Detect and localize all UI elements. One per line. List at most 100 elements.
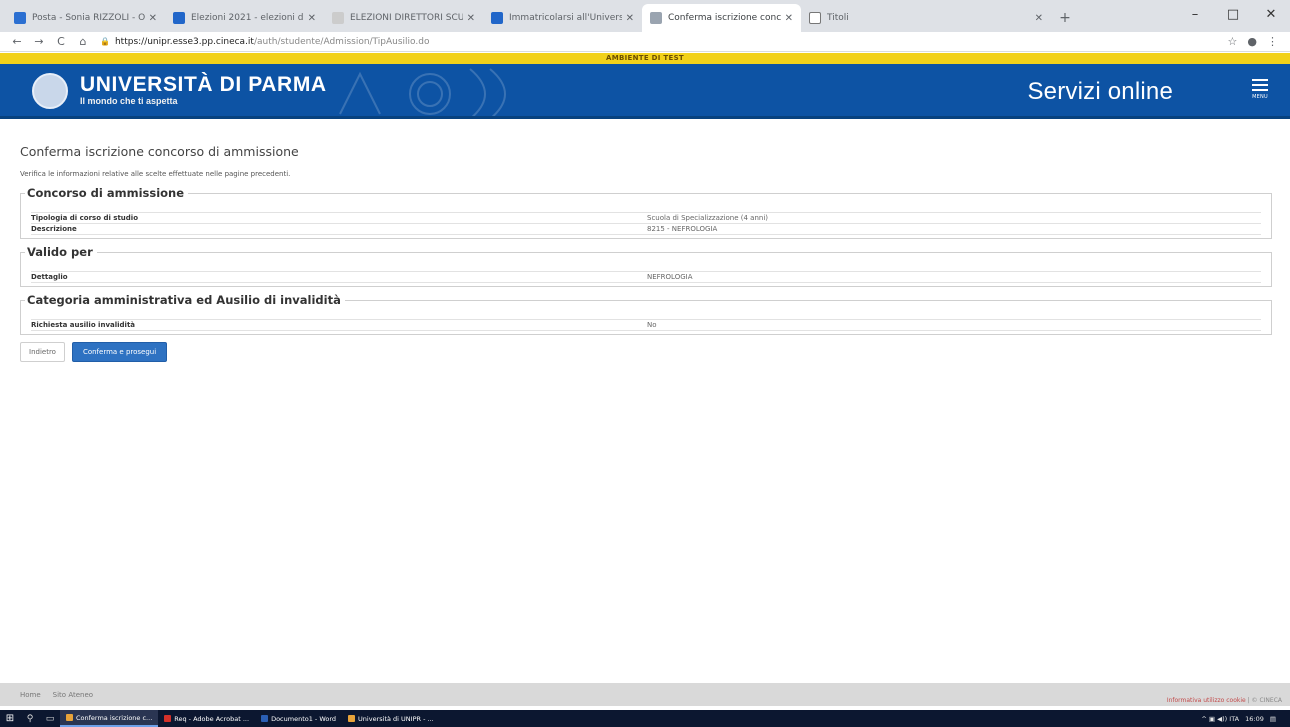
taskbar-app[interactable]: Req - Adobe Acrobat ... — [158, 710, 255, 727]
tab-close-icon[interactable]: ✕ — [467, 13, 475, 24]
taskbar-app[interactable]: Documento1 - Word — [255, 710, 342, 727]
confirm-button[interactable]: Conferma e prosegui — [71, 342, 168, 362]
word-icon — [261, 715, 269, 722]
table-row: Richiesta ausilio invalidità No — [31, 320, 1261, 331]
table-row: Descrizione 8215 - NEFROLOGIA — [31, 224, 1261, 235]
footer-link-site[interactable]: Sito Ateneo — [53, 691, 93, 699]
row-value: NEFROLOGIA — [647, 273, 693, 281]
windows-start-icon[interactable]: ⊞ — [0, 713, 20, 724]
browser-tab[interactable]: Immatricolarsi all'Università di P ✕ — [483, 4, 642, 32]
tab-favicon-icon — [491, 12, 503, 24]
row-label: Richiesta ausilio invalidità — [31, 321, 136, 329]
system-tray: ^ ▣ ◀)) ITA 16:09 ▤ — [1201, 710, 1276, 727]
main-content: Conferma iscrizione concorso di ammissio… — [20, 144, 1272, 362]
url-field[interactable]: 🔒 https://unipr.esse3.pp.cineca.it /auth… — [100, 37, 1228, 47]
tab-title: ELEZIONI DIRETTORI SCUOLE DI — [350, 13, 463, 23]
footer-link-home[interactable]: Home — [20, 691, 41, 699]
lock-icon: 🔒 — [100, 37, 110, 46]
bookmark-star-icon[interactable]: ☆ — [1228, 35, 1238, 48]
row-label: Dettaglio — [31, 273, 68, 281]
chrome-icon — [348, 715, 356, 722]
tab-title: Immatricolarsi all'Università di P — [509, 13, 622, 23]
maximize-icon[interactable]: □ — [1214, 0, 1252, 32]
section-concorso: Concorso di ammissione Tipologia di cors… — [20, 186, 1272, 239]
browser-tab[interactable]: Titoli ✕ — [801, 4, 1051, 32]
brand-subtitle: Il mondo che ti aspetta — [80, 96, 178, 106]
address-bar-actions: ☆ ● ⋮ — [1228, 35, 1284, 48]
tray-icons[interactable]: ^ ▣ ◀)) ITA — [1201, 715, 1239, 723]
hamburger-icon — [1252, 79, 1268, 91]
browser-tab[interactable]: ELEZIONI DIRETTORI SCUOLE DI ✕ — [324, 4, 483, 32]
window-controls: – □ ✕ — [1176, 0, 1290, 32]
privacy-link[interactable]: Informativa utilizzo cookie — [1167, 697, 1246, 704]
section-categoria-ausilio: Categoria amministrativa ed Ausilio di i… — [20, 293, 1272, 335]
back-button[interactable]: Indietro — [20, 342, 65, 362]
browser-tab-active[interactable]: Conferma iscrizione concorso di ✕ — [642, 4, 801, 32]
row-label: Descrizione — [31, 225, 77, 233]
url-host: https://unipr.esse3.pp.cineca.it — [114, 36, 254, 47]
profile-icon[interactable]: ● — [1247, 35, 1257, 48]
tab-favicon-icon — [809, 12, 821, 24]
taskbar-app-label: Università di UNIPR - ... — [358, 714, 434, 723]
brand-title: UNIVERSITÀ DI PARMA — [80, 73, 327, 96]
site-footer: Home Sito Ateneo — [0, 683, 1290, 706]
tab-favicon-icon — [14, 12, 26, 24]
taskbar-app-label: Documento1 - Word — [271, 714, 337, 723]
acrobat-icon — [164, 715, 172, 722]
tab-title: Posta - Sonia RIZZOLI - Outlook — [32, 13, 145, 23]
services-title: Servizi online — [1027, 78, 1173, 105]
tab-close-icon[interactable]: ✕ — [308, 13, 316, 24]
tab-title: Titoli — [827, 13, 849, 23]
tab-close-icon[interactable]: ✕ — [626, 13, 634, 24]
section-legend: Valido per — [27, 245, 93, 259]
notifications-icon[interactable]: ▤ — [1270, 715, 1276, 723]
clock[interactable]: 16:09 — [1245, 715, 1264, 723]
section-rows: Richiesta ausilio invalidità No — [31, 319, 1261, 331]
copyright: | © CINECA — [1245, 697, 1282, 704]
row-value: No — [647, 321, 657, 329]
row-value: 8215 - NEFROLOGIA — [647, 225, 718, 233]
browser-tab[interactable]: Posta - Sonia RIZZOLI - Outlook ✕ — [6, 4, 165, 32]
tab-close-icon[interactable]: ✕ — [149, 13, 157, 24]
close-icon[interactable]: ✕ — [1252, 0, 1290, 32]
row-value: Scuola di Specializzazione (4 anni) — [647, 214, 769, 222]
header-decoration — [339, 68, 506, 116]
tab-title: Elezioni 2021 - elezioni del 18 m — [191, 13, 304, 23]
tab-favicon-icon — [332, 12, 344, 24]
taskbar-app-label: Req - Adobe Acrobat ... — [174, 714, 250, 723]
os-taskbar: ⊞ ⚲ ▭ Conferma iscrizione c... Req - Ado… — [0, 710, 1290, 727]
minimize-icon[interactable]: – — [1176, 0, 1214, 32]
reload-icon[interactable]: C — [50, 35, 72, 48]
chrome-icon — [66, 714, 73, 721]
browser-menu-icon[interactable]: ⋮ — [1267, 35, 1278, 48]
row-label: Tipologia di corso di studio — [31, 214, 139, 222]
address-bar: ← → C ⌂ 🔒 https://unipr.esse3.pp.cineca.… — [0, 32, 1290, 52]
taskbar-app[interactable]: Conferma iscrizione c... — [60, 710, 159, 727]
browser-tab-bar: Posta - Sonia RIZZOLI - Outlook ✕ Elezio… — [0, 0, 1290, 32]
menu-button[interactable]: MENU — [1252, 79, 1268, 100]
section-legend: Categoria amministrativa ed Ausilio di i… — [27, 293, 341, 307]
browser-tab[interactable]: Elezioni 2021 - elezioni del 18 m ✕ — [165, 4, 324, 32]
tab-favicon-icon — [650, 12, 662, 24]
tab-close-icon[interactable]: ✕ — [785, 13, 793, 24]
form-actions: Indietro Conferma e prosegui — [20, 342, 1272, 362]
tab-close-icon[interactable]: ✕ — [1035, 13, 1043, 24]
university-seal-icon[interactable] — [32, 73, 68, 109]
section-valido-per: Valido per Dettaglio NEFROLOGIA — [20, 245, 1272, 287]
page-intro: Verifica le informazioni relative alle s… — [20, 170, 291, 178]
table-row: Dettaglio NEFROLOGIA — [31, 272, 1261, 283]
forward-arrow-icon[interactable]: → — [28, 35, 50, 48]
back-arrow-icon[interactable]: ← — [6, 35, 28, 48]
page-title: Conferma iscrizione concorso di ammissio… — [20, 144, 299, 159]
brand[interactable]: UNIVERSITÀ DI PARMA Il mondo che ti aspe… — [80, 73, 327, 107]
section-rows: Tipologia di corso di studio Scuola di S… — [31, 212, 1261, 235]
taskbar-app[interactable]: Università di UNIPR - ... — [342, 710, 440, 727]
menu-label: MENU — [1252, 94, 1268, 100]
site-header: UNIVERSITÀ DI PARMA Il mondo che ti aspe… — [0, 64, 1290, 119]
new-tab-button[interactable]: + — [1051, 4, 1079, 32]
search-icon[interactable]: ⚲ — [20, 714, 40, 724]
table-row: Tipologia di corso di studio Scuola di S… — [31, 213, 1261, 224]
tab-favicon-icon — [173, 12, 185, 24]
task-view-icon[interactable]: ▭ — [40, 714, 60, 724]
home-icon[interactable]: ⌂ — [72, 35, 94, 48]
